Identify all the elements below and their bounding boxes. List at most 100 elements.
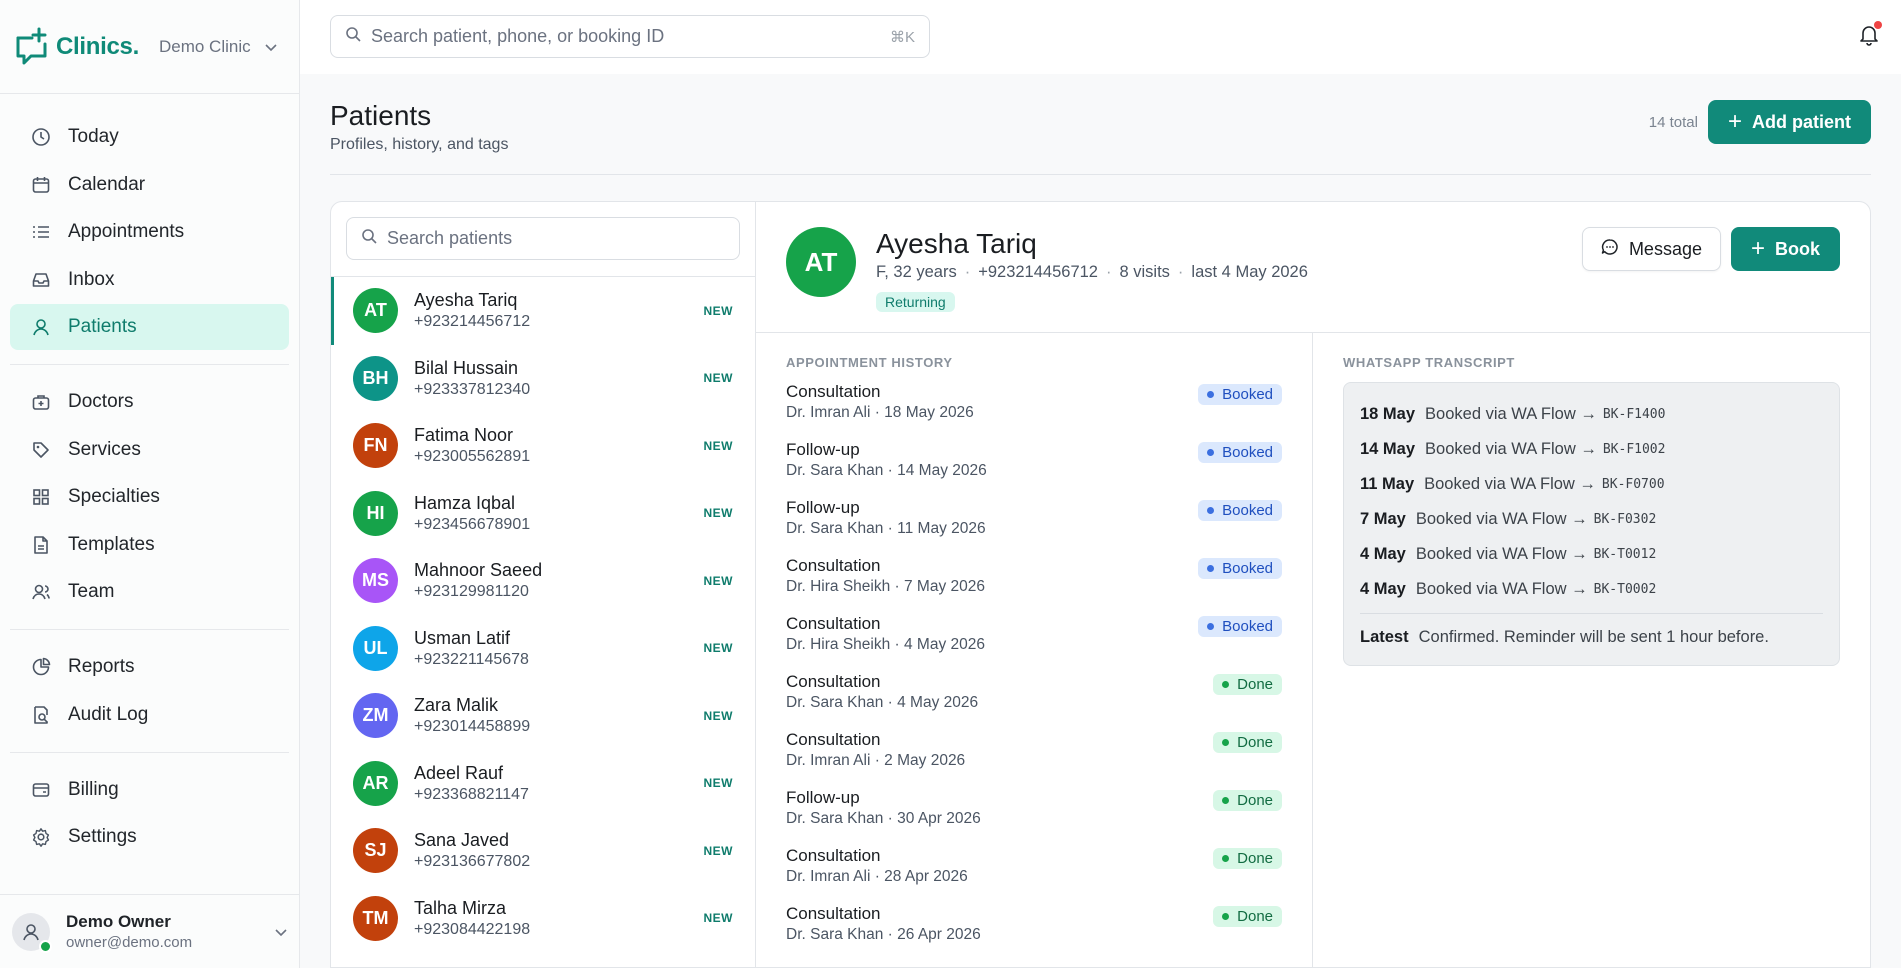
sidebar-item-label: Specialties (68, 486, 160, 507)
online-status-dot (39, 939, 52, 953)
status-label: Done (1237, 734, 1273, 751)
sidebar-item-billing[interactable]: Billing (10, 767, 289, 813)
transcript-text: Booked via WA Flow → (1415, 580, 1588, 598)
sidebar-item-today[interactable]: Today (10, 114, 289, 160)
sidebar-item-settings[interactable]: Settings (10, 814, 289, 860)
sidebar-item-doctors[interactable]: Doctors (10, 379, 289, 425)
sidebar-item-calendar[interactable]: Calendar (10, 162, 289, 208)
patient-list-item[interactable]: AR Adeel Rauf +923368821147 NEW (331, 750, 755, 818)
appointment-row[interactable]: Consultation Dr. Imran Ali · 18 May 2026 B… (786, 382, 1282, 440)
patient-list-item[interactable]: ZM Zara Malik +923014458899 NEW (331, 682, 755, 750)
sidebar-item-label: Services (68, 438, 141, 460)
sidebar-item-services[interactable]: Services (10, 427, 289, 473)
sidebar-item-team[interactable]: Team (10, 569, 289, 615)
appointment-type: Consultation (786, 730, 881, 749)
sidebar-item-templates[interactable]: Templates (10, 522, 289, 568)
patient-phone: +923136677802 (414, 853, 531, 871)
patient-list: AT Ayesha Tariq +923214456712 NEW BH Bilal Hu… (331, 277, 755, 952)
avatar: BH (353, 355, 398, 401)
new-badge: NEW (703, 708, 733, 723)
sidebar-item-label: Doctors (68, 391, 134, 412)
book-button[interactable]: + Book (1730, 227, 1840, 271)
status-badge: Booked (1198, 616, 1282, 637)
transcript-date: 7 May (1360, 510, 1406, 528)
transcript-text: Booked via WA Flow → (1425, 440, 1597, 458)
patient-list-item[interactable]: FN Fatima Noor +923005562891 NEW (331, 412, 755, 480)
grid-icon (30, 486, 52, 508)
patients-panel: AT Ayesha Tariq +923214456712 NEW BH Bilal Hu… (330, 201, 1871, 968)
patient-phone: +923214456712 (414, 313, 531, 331)
status-label: Booked (1222, 444, 1273, 461)
user-menu[interactable]: Demo Owner owner@demo.com (0, 894, 299, 968)
status-label: Done (1237, 850, 1273, 867)
patient-tag: Returning (876, 292, 955, 312)
plus-icon: + (1750, 235, 1765, 262)
sidebar-item-reports[interactable]: Reports (10, 644, 289, 690)
status-label: Done (1237, 792, 1273, 809)
status-label: Done (1237, 676, 1273, 693)
appointment-doctor-date: Dr. Imran Ali · 18 May 2026 (786, 404, 974, 421)
transcript-latest: Latest Confirmed. Reminder will be sent … (1360, 620, 1823, 655)
appointment-row[interactable]: Consultation Dr. Imran Ali · 2 May 2026 Do… (786, 730, 1282, 788)
transcript-row: 18 May Booked via WA Flow → BK-F1400 (1360, 397, 1823, 432)
chevron-down-icon[interactable] (275, 924, 287, 940)
patient-list-item[interactable]: BH Bilal Hussain +923337812340 NEW (331, 345, 755, 413)
appointment-row[interactable]: Follow-up Dr. Sara Khan · 30 Apr 2026 Done (786, 788, 1282, 846)
patient-name: Mahnoor Saeed (414, 560, 543, 581)
appointment-type: Consultation (786, 556, 881, 575)
new-badge: NEW (703, 776, 733, 791)
status-badge: Done (1213, 790, 1282, 811)
clinics-logo-icon (14, 26, 52, 68)
patient-list-item[interactable]: TM Talha Mirza +923084422198 NEW (331, 885, 755, 953)
avatar: AT (353, 288, 398, 334)
patient-phone: +923129981120 (414, 583, 529, 601)
patient-list-item[interactable]: AT Ayesha Tariq +923214456712 NEW (331, 277, 755, 345)
appointment-row[interactable]: Consultation Dr. Hira Sheikh · 4 May 2026… (786, 614, 1282, 672)
pie-chart-icon (30, 656, 52, 678)
brand-header[interactable]: Clinics. Demo Clinic (0, 0, 299, 94)
patient-search-input[interactable] (387, 228, 725, 249)
patient-search[interactable] (346, 217, 740, 260)
add-patient-button[interactable]: + Add patient (1707, 100, 1871, 144)
book-label: Book (1775, 238, 1820, 259)
sidebar-item-appointments[interactable]: Appointments (10, 209, 289, 255)
sidebar-item-inbox[interactable]: Inbox (10, 257, 289, 303)
patient-list-item[interactable]: SJ Sana Javed +923136677802 NEW (331, 817, 755, 885)
patient-list-item[interactable]: UL Usman Latif +923221145678 NEW (331, 615, 755, 683)
sidebar-item-patients[interactable]: Patients (10, 304, 289, 350)
sidebar-item-specialties[interactable]: Specialties (10, 474, 289, 520)
status-badge: Done (1213, 848, 1282, 869)
appointment-row[interactable]: Consultation Dr. Hira Sheikh · 7 May 2026… (786, 556, 1282, 614)
list-icon (30, 221, 52, 243)
patient-phone: +923014458899 (414, 718, 531, 736)
patient-list-item[interactable]: MS Mahnoor Saeed +923129981120 NEW (331, 547, 755, 615)
appointment-row[interactable]: Follow-up Dr. Sara Khan · 14 May 2026 Book… (786, 440, 1282, 498)
appointment-row[interactable]: Consultation Dr. Sara Khan · 26 Apr 2026 D… (786, 904, 1282, 962)
bell-icon[interactable] (1859, 21, 1882, 46)
status-dot (1207, 391, 1215, 398)
patient-name: Talha Mirza (414, 897, 507, 918)
transcript-text: Booked via WA Flow → (1424, 475, 1596, 493)
chat-bubble-icon (1601, 238, 1619, 261)
gender-age: F, 32 years (876, 263, 957, 281)
global-search[interactable]: ⌘K (330, 15, 930, 58)
appointment-row[interactable]: Consultation Dr. Imran Ali · 28 Apr 2026 D… (786, 846, 1282, 904)
sidebar-item-audit-log[interactable]: Audit Log (10, 692, 289, 738)
booking-id: BK-F1002 (1602, 442, 1666, 457)
user-icon (30, 316, 52, 338)
chevron-down-icon[interactable] (265, 39, 277, 55)
message-button[interactable]: Message (1581, 227, 1721, 271)
nav-divider (10, 751, 289, 753)
patient-name: Fatima Noor (414, 425, 514, 446)
patient-list-item[interactable]: HI Hamza Iqbal +923456678901 NEW (331, 480, 755, 548)
status-dot (1222, 855, 1230, 862)
global-search-input[interactable] (371, 26, 890, 47)
avatar: AT (786, 227, 856, 297)
appointment-type: Consultation (786, 672, 881, 691)
clinic-switcher-label[interactable]: Demo Clinic (159, 37, 251, 57)
whatsapp-transcript: WHATSAPP TRANSCRIPT 18 May Booked via WA … (1313, 333, 1870, 967)
audit-icon (30, 704, 52, 726)
patient-name: Ayesha Tariq (414, 290, 518, 311)
appointment-row[interactable]: Consultation Dr. Sara Khan · 4 May 2026 Do… (786, 672, 1282, 730)
appointment-row[interactable]: Follow-up Dr. Sara Khan · 11 May 2026 Book… (786, 498, 1282, 556)
